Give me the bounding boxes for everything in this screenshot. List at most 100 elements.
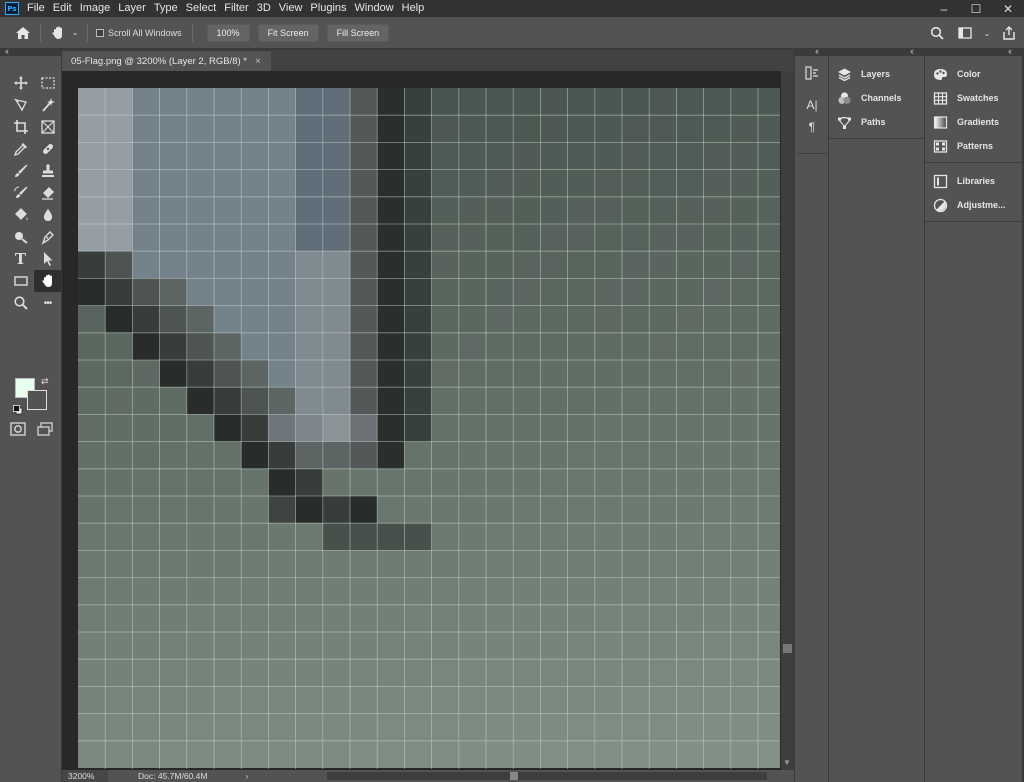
share-icon[interactable] — [998, 22, 1020, 44]
document-canvas-area[interactable] — [62, 71, 794, 770]
hand-tool-preset-icon[interactable] — [47, 22, 69, 44]
path-selection-tool-icon[interactable] — [34, 248, 61, 270]
menu-type[interactable]: Type — [150, 0, 182, 17]
vertical-scrollbar[interactable]: ▼ — [781, 71, 794, 770]
canvas-pixel — [676, 169, 704, 197]
lasso-tool-icon[interactable] — [7, 94, 34, 116]
marquee-tool-icon[interactable] — [34, 72, 61, 94]
background-color-swatch[interactable] — [27, 390, 47, 410]
layers-panel-tab[interactable]: Layers — [829, 62, 924, 86]
menu-3d[interactable]: 3D — [253, 0, 275, 17]
swatches-panel-tab[interactable]: Swatches — [925, 86, 1022, 110]
home-icon[interactable] — [12, 22, 34, 44]
status-menu-chevron-icon[interactable]: › — [245, 771, 248, 781]
menu-edit[interactable]: Edit — [49, 0, 76, 17]
paragraph-panel-icon[interactable]: ¶ — [797, 116, 827, 138]
eraser-tool-icon[interactable] — [34, 182, 61, 204]
vertical-scrollbar-thumb[interactable] — [783, 644, 792, 653]
move-tool-icon[interactable] — [7, 72, 34, 94]
color-panel-tab[interactable]: Color — [925, 62, 1022, 86]
workspace-icon[interactable] — [954, 22, 976, 44]
canvas-pixel — [132, 686, 160, 714]
fill-screen-button[interactable]: Fill Screen — [326, 23, 390, 42]
zoomed-pixel-canvas[interactable] — [78, 88, 780, 769]
chevron-down-icon[interactable]: ⌄ — [982, 22, 992, 44]
maximize-button[interactable]: ☐ — [960, 0, 992, 17]
menu-help[interactable]: Help — [398, 0, 429, 17]
fit-screen-button[interactable]: Fit Screen — [257, 23, 319, 42]
canvas-pixel — [159, 468, 187, 496]
pen-tool-icon[interactable] — [34, 226, 61, 248]
menu-select[interactable]: Select — [182, 0, 221, 17]
close-document-icon[interactable]: × — [255, 56, 261, 67]
collapse-panel2-icon[interactable]: ‹‹ — [1008, 46, 1012, 56]
magic-wand-tool-icon[interactable] — [34, 94, 61, 116]
menu-image[interactable]: Image — [76, 0, 115, 17]
zoom-tool-icon[interactable] — [7, 292, 34, 314]
character-panel-icon[interactable]: A| — [797, 94, 827, 116]
horizontal-scrollbar[interactable] — [327, 772, 767, 780]
scroll-all-windows-checkbox[interactable] — [96, 28, 104, 37]
history-brush-tool-icon[interactable] — [7, 182, 34, 204]
zoom-100-button[interactable]: 100% — [206, 23, 250, 42]
clone-stamp-tool-icon[interactable] — [34, 160, 61, 182]
menu-window[interactable]: Window — [351, 0, 398, 17]
color-icon — [934, 68, 947, 80]
hand-tool-icon[interactable] — [34, 270, 61, 292]
libraries-panel-label: Libraries — [957, 176, 996, 186]
paths-panel-tab[interactable]: Paths — [829, 110, 924, 134]
canvas-pixel — [513, 115, 541, 143]
search-icon[interactable] — [926, 22, 948, 44]
canvas-pixel — [486, 115, 514, 143]
collapse-panel1-icon[interactable]: ‹‹ — [910, 46, 914, 56]
canvas-pixel — [186, 278, 214, 306]
collapse-iconcol-icon[interactable]: ‹‹ — [815, 46, 819, 56]
collapse-toolbar-icon[interactable]: ‹‹ — [5, 46, 9, 56]
blur-tool-icon[interactable] — [34, 204, 61, 226]
dodge-tool-icon[interactable] — [7, 226, 34, 248]
quick-mask-icon[interactable] — [10, 422, 26, 436]
menu-file[interactable]: File — [23, 0, 49, 17]
brush-tool-icon[interactable] — [7, 160, 34, 182]
eyedropper-tool-icon[interactable] — [7, 138, 34, 160]
horizontal-scrollbar-thumb[interactable] — [510, 772, 518, 780]
patterns-panel-tab[interactable]: Patterns — [925, 134, 1022, 158]
minimize-button[interactable]: – — [928, 0, 960, 17]
canvas-pixel — [268, 713, 296, 741]
crop-tool-icon[interactable] — [7, 116, 34, 138]
menu-filter[interactable]: Filter — [220, 0, 252, 17]
libraries-panel-tab[interactable]: Libraries — [925, 169, 1022, 193]
divider — [191, 23, 193, 42]
scroll-down-icon[interactable]: ▼ — [783, 758, 791, 767]
paint-bucket-tool-icon[interactable] — [7, 204, 34, 226]
default-colors-icon[interactable] — [13, 405, 23, 415]
menu-view[interactable]: View — [275, 0, 307, 17]
menu-layer[interactable]: Layer — [114, 0, 150, 17]
canvas-pixel — [159, 305, 187, 333]
close-window-button[interactable]: ✕ — [992, 0, 1024, 17]
canvas-pixel — [268, 604, 296, 632]
gradients-panel-tab[interactable]: Gradients — [925, 110, 1022, 134]
canvas-pixel — [241, 278, 269, 306]
canvas-pixel — [458, 659, 486, 687]
type-tool-icon[interactable]: T — [7, 248, 34, 270]
canvas-pixel — [730, 577, 758, 605]
more-tools-icon[interactable]: ••• — [34, 292, 61, 314]
channels-panel-tab[interactable]: Channels — [829, 86, 924, 110]
canvas-pixel — [567, 305, 595, 333]
healing-brush-tool-icon[interactable] — [34, 138, 61, 160]
scroll-all-windows-option[interactable]: Scroll All Windows — [96, 28, 182, 38]
screen-mode-icon[interactable] — [37, 422, 53, 436]
rectangle-tool-icon[interactable] — [7, 270, 34, 292]
document-tab[interactable]: 05-Flag.png @ 3200% (Layer 2, RGB/8) * × — [62, 50, 271, 71]
chevron-down-icon[interactable]: ⌄ — [69, 22, 81, 44]
adjustments-panel-tab[interactable]: Adjustme... — [925, 193, 1022, 217]
menu-plugins[interactable]: Plugins — [306, 0, 350, 17]
canvas-pixel — [322, 251, 350, 279]
swap-colors-icon[interactable]: ⇄ — [41, 376, 49, 387]
icon-col-group: A| ¶ — [797, 62, 827, 154]
frame-tool-icon[interactable] — [34, 116, 61, 138]
zoom-level-field[interactable]: 3200% — [62, 770, 108, 782]
history-panel-icon[interactable] — [797, 62, 827, 84]
canvas-pixel — [594, 577, 622, 605]
